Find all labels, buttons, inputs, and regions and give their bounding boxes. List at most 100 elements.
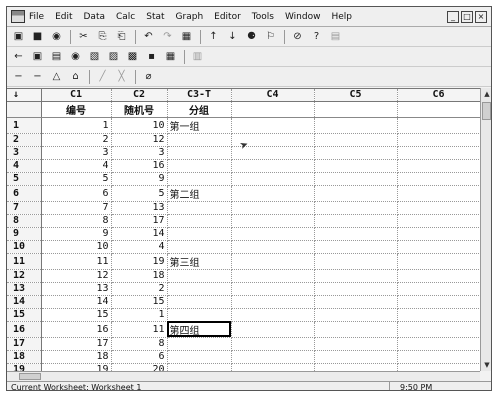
show-graphs-icon[interactable]: ▤ (49, 50, 64, 64)
cell-c5[interactable] (314, 350, 398, 364)
cell-c1[interactable]: 14 (41, 295, 112, 309)
cell-c3[interactable] (167, 214, 232, 228)
move-columns-icon[interactable]: △ (49, 70, 64, 84)
next-brushed-icon[interactable]: ↓ (225, 30, 240, 44)
cell-c1[interactable]: 19 (41, 363, 112, 371)
cell-c5[interactable] (314, 282, 398, 296)
cell-c1[interactable]: 17 (41, 337, 112, 351)
cell-c5[interactable] (314, 321, 398, 338)
cell-c4[interactable] (231, 308, 315, 322)
cell-c3[interactable] (167, 350, 232, 364)
cell-c6[interactable] (397, 214, 480, 228)
restore-button[interactable]: □ (461, 10, 473, 23)
cell-c5[interactable] (314, 172, 398, 186)
cell-c1[interactable]: 5 (41, 172, 112, 186)
cell-c1[interactable]: 18 (41, 350, 112, 364)
cell-c4[interactable] (231, 253, 315, 270)
cell-c1[interactable]: 12 (41, 269, 112, 283)
formula-icon[interactable]: ⌀ (141, 70, 156, 84)
save-icon[interactable]: ■ (30, 30, 45, 44)
cell-c5[interactable] (314, 240, 398, 254)
cell-c3[interactable] (167, 282, 232, 296)
cell-c1[interactable]: 6 (41, 185, 112, 202)
cell-c6[interactable] (397, 201, 480, 215)
cell-c6[interactable] (397, 282, 480, 296)
column-name-cell[interactable]: 分组 (167, 101, 232, 118)
column-name-cell[interactable]: 编号 (41, 101, 112, 118)
menu-tools[interactable]: Tools (252, 12, 274, 22)
cell-c5[interactable] (314, 185, 398, 202)
cell-c2[interactable]: 19 (111, 253, 168, 270)
cell-properties-icon[interactable]: ⌂ (68, 70, 83, 84)
show-related-docs-icon[interactable]: ▩ (125, 50, 140, 64)
cell-c3[interactable] (167, 295, 232, 309)
cell-c3[interactable] (167, 363, 232, 371)
cell-c2[interactable]: 3 (111, 146, 168, 160)
column-header[interactable]: C3-T (167, 89, 232, 102)
cell-c1[interactable]: 3 (41, 146, 112, 160)
cell-c3[interactable]: 第四组 (167, 321, 232, 338)
undo-icon[interactable]: ↶ (141, 30, 156, 44)
cell-c2[interactable]: 5 (111, 185, 168, 202)
cell-c4[interactable] (231, 269, 315, 283)
app-icon[interactable] (11, 10, 25, 23)
cell-c1[interactable]: 2 (41, 133, 112, 147)
cell-c6[interactable] (397, 185, 480, 202)
paste-icon[interactable]: ⎗ (114, 30, 129, 44)
menu-editor[interactable]: Editor (214, 12, 241, 22)
vertical-scrollbar[interactable]: ▲ ▼ (480, 88, 491, 371)
scroll-up-icon[interactable]: ▲ (481, 88, 491, 100)
menu-data[interactable]: Data (84, 12, 106, 22)
cell-c6[interactable] (397, 295, 480, 309)
cut-icon[interactable]: ✂ (76, 30, 91, 44)
insert-columns-icon[interactable]: − (30, 70, 45, 84)
manager-icon[interactable]: ▥ (190, 50, 205, 64)
cell-c5[interactable] (314, 159, 398, 173)
cell-c5[interactable] (314, 363, 398, 371)
cell-c2[interactable]: 9 (111, 172, 168, 186)
cell-c3[interactable] (167, 308, 232, 322)
cell-c5[interactable] (314, 214, 398, 228)
cell-c5[interactable] (314, 133, 398, 147)
cell-c3[interactable] (167, 201, 232, 215)
cell-c3[interactable]: 第三组 (167, 253, 232, 270)
cell-c4[interactable] (231, 337, 315, 351)
cell-c6[interactable] (397, 240, 480, 254)
cell-c4[interactable] (231, 295, 315, 309)
cell-c4[interactable] (231, 201, 315, 215)
cell-c4[interactable] (231, 159, 315, 173)
cell-c4[interactable] (231, 227, 315, 241)
find-next-icon[interactable]: ⚐ (263, 30, 278, 44)
show-worksheets-icon[interactable]: ▣ (30, 50, 45, 64)
find-icon[interactable]: ⚈ (244, 30, 259, 44)
cell-c5[interactable] (314, 295, 398, 309)
cell-c2[interactable]: 18 (111, 269, 168, 283)
column-name-cell[interactable] (397, 101, 480, 118)
cell-c6[interactable] (397, 133, 480, 147)
cell-c3[interactable] (167, 172, 232, 186)
cell-c2[interactable]: 2 (111, 282, 168, 296)
cell-c3[interactable] (167, 227, 232, 241)
column-header[interactable]: C5 (314, 89, 398, 102)
clear-cells-icon[interactable]: ╳ (114, 70, 129, 84)
minimize-button[interactable]: _ (447, 10, 459, 23)
cell-c5[interactable] (314, 269, 398, 283)
menu-window[interactable]: Window (285, 12, 321, 22)
edit-last-dialog-icon[interactable]: ╱ (95, 70, 110, 84)
cell-c5[interactable] (314, 227, 398, 241)
cell-c3[interactable] (167, 240, 232, 254)
cell-c6[interactable] (397, 363, 480, 371)
cell-c5[interactable] (314, 146, 398, 160)
close-button[interactable]: × (475, 10, 487, 23)
column-name-cell[interactable]: 随机号 (111, 101, 168, 118)
cell-c1[interactable]: 10 (41, 240, 112, 254)
cell-c1[interactable]: 7 (41, 201, 112, 215)
cell-c4[interactable] (231, 282, 315, 296)
menu-graph[interactable]: Graph (176, 12, 204, 22)
cell-c1[interactable]: 1 (41, 117, 112, 134)
show-session-icon[interactable]: ← (11, 50, 26, 64)
cell-c2[interactable]: 12 (111, 133, 168, 147)
column-header[interactable]: C4 (231, 89, 315, 102)
cell-c3[interactable] (167, 133, 232, 147)
column-header[interactable]: C2 (111, 89, 168, 102)
